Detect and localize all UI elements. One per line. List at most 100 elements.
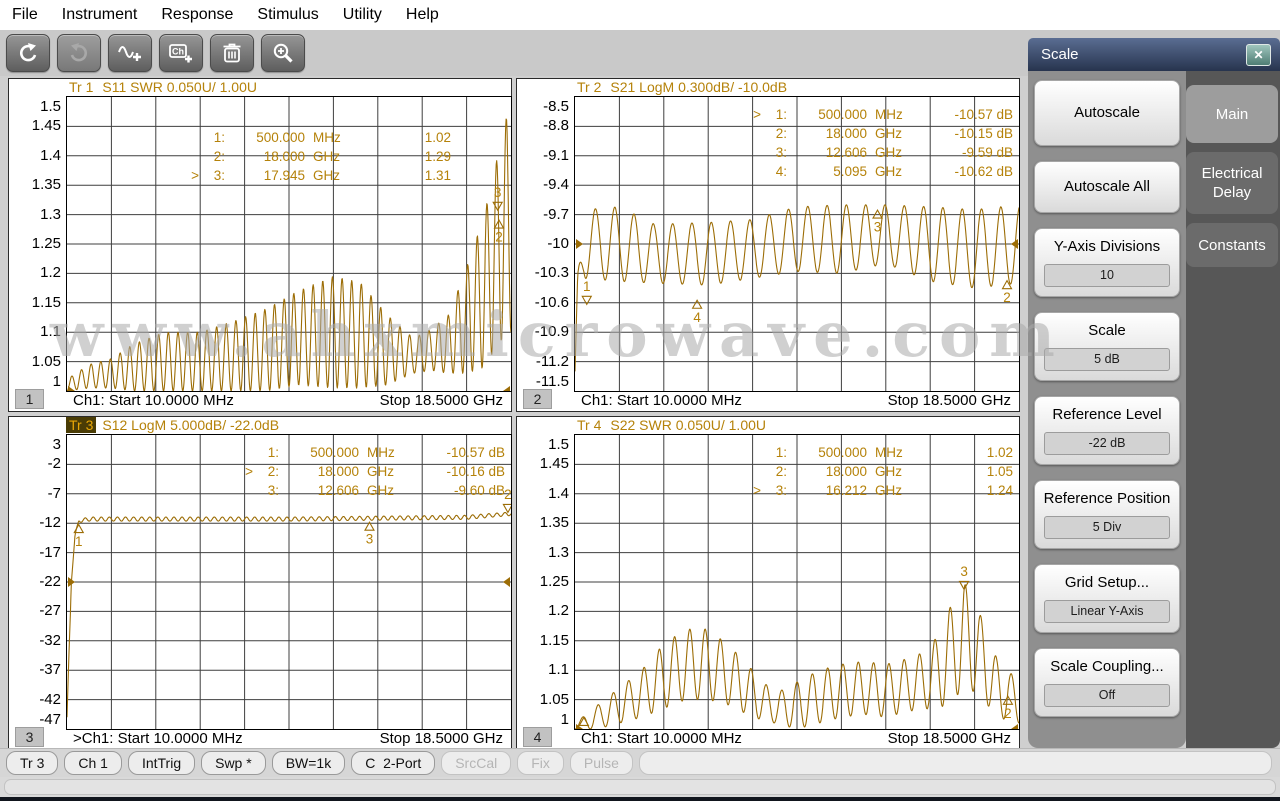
marker-row: 4:5.095GHz-10.62 dB — [747, 162, 1013, 181]
scale-coupling-value[interactable]: Off — [1044, 684, 1170, 707]
grid-setup-value[interactable]: Linear Y-Axis — [1044, 600, 1170, 623]
reference-level-value[interactable]: -22 dB — [1044, 432, 1170, 455]
scale-button[interactable]: Scale 5 dB — [1034, 312, 1180, 381]
marker-row: >3:17.945GHz1.31 — [185, 166, 451, 185]
y-tick-3: -47 — [11, 711, 61, 728]
marker-label-1-2: 2 — [495, 230, 503, 245]
y-tick-2: -11.5 — [519, 373, 569, 390]
menu-stimulus[interactable]: Stimulus — [245, 2, 330, 28]
status-cal-button[interactable]: C 2-Port — [351, 751, 435, 775]
plot-footer-2: 2Ch1: Start 10.0000 MHzStop 18.5000 GHz — [517, 390, 1019, 411]
trace-label-4[interactable]: Tr 4 — [574, 417, 604, 433]
y-tick-3: 3 — [11, 436, 61, 453]
zoom-button[interactable] — [261, 34, 305, 72]
ref-arrow-right-2 — [1011, 239, 1018, 249]
close-icon: ✕ — [1253, 48, 1263, 62]
y-tick-2: -9.4 — [519, 176, 569, 193]
y-tick-2: -10.6 — [519, 294, 569, 311]
scale-coupling-button[interactable]: Scale Coupling... Off — [1034, 648, 1180, 717]
status-trigger-button[interactable]: IntTrig — [128, 751, 195, 775]
marker-label-1-3: 3 — [494, 185, 502, 200]
scale-panel-controls: Autoscale Autoscale All Y-Axis Divisions… — [1028, 71, 1186, 748]
status-empty-button — [639, 751, 1272, 775]
x-start-label-3: >Ch1: Start 10.0000 MHz — [73, 730, 243, 747]
tab-electrical-delay[interactable]: Electrical Delay — [1186, 152, 1278, 214]
y-axis-divisions-value[interactable]: 10 — [1044, 264, 1170, 287]
redo-button[interactable] — [57, 34, 101, 72]
tab-main[interactable]: Main — [1186, 85, 1278, 143]
y-tick-4: 1.35 — [519, 514, 569, 531]
status-trace-button[interactable]: Tr 3 — [6, 751, 58, 775]
menu-instrument[interactable]: Instrument — [50, 2, 150, 28]
window-bottom-edge — [0, 797, 1280, 801]
add-channel-icon: Ch — [168, 41, 194, 65]
marker-label-2-3: 3 — [874, 220, 882, 235]
reference-position-value[interactable]: 5 Div — [1044, 516, 1170, 539]
menu-response[interactable]: Response — [149, 2, 245, 28]
y-tick-1: 1.3 — [11, 206, 61, 223]
y-tick-3: -37 — [11, 661, 61, 678]
x-stop-label-3: Stop 18.5000 GHz — [380, 730, 503, 747]
lower-status-strip — [0, 777, 1280, 797]
trace-label-3[interactable]: Tr 3 — [66, 417, 96, 433]
y-tick-1: 1 — [11, 373, 61, 390]
status-fix-button[interactable]: Fix — [517, 751, 564, 775]
delete-button[interactable] — [210, 34, 254, 72]
y-tick-3: -22 — [11, 573, 61, 590]
marker-symbol-2-2[interactable] — [1003, 281, 1012, 289]
scale-panel-titlebar: Scale ✕ — [1028, 38, 1280, 71]
plot-tile-1: Tr 1S11 SWR 0.050U/ 1.00U321.51.451.41.3… — [8, 78, 512, 412]
y-tick-3: -12 — [11, 514, 61, 531]
ref-arrow-right-3 — [503, 577, 510, 587]
scale-panel: Scale ✕ Autoscale Autoscale All Y-Axis D… — [1028, 38, 1280, 748]
y-tick-1: 1.1 — [11, 323, 61, 340]
menu-help[interactable]: Help — [394, 2, 451, 28]
trace-label-2[interactable]: Tr 2 — [574, 79, 604, 95]
menu-utility[interactable]: Utility — [331, 2, 394, 28]
add-trace-button[interactable] — [108, 34, 152, 72]
undo-button[interactable] — [6, 34, 50, 72]
zoom-icon — [271, 41, 295, 65]
status-channel-button[interactable]: Ch 1 — [64, 751, 122, 775]
add-channel-button[interactable]: Ch — [159, 34, 203, 72]
marker-symbol-4-2[interactable] — [1003, 696, 1012, 704]
marker-label-2-1: 1 — [583, 279, 591, 294]
trace-label-1[interactable]: Tr 1 — [66, 79, 96, 95]
scale-value[interactable]: 5 dB — [1044, 348, 1170, 371]
marker-row: 3:12.606GHz-9.59 dB — [747, 143, 1013, 162]
close-button[interactable]: ✕ — [1246, 44, 1271, 66]
marker-row: 2:18.000GHz1.29 — [185, 147, 451, 166]
reference-level-button[interactable]: Reference Level -22 dB — [1034, 396, 1180, 465]
menu-file[interactable]: File — [0, 2, 50, 28]
autoscale-button[interactable]: Autoscale — [1034, 80, 1180, 146]
marker-symbol-2-4[interactable] — [693, 300, 702, 308]
marker-label-3-2: 2 — [504, 487, 511, 502]
marker-label-4-2: 2 — [1004, 706, 1012, 721]
plot-header-4: Tr 4S22 SWR 0.050U/ 1.00U — [574, 417, 1017, 434]
status-bandwidth-button[interactable]: BW=1k — [272, 751, 346, 775]
y-axis-divisions-button[interactable]: Y-Axis Divisions 10 — [1034, 228, 1180, 297]
y-tick-2: -9.1 — [519, 147, 569, 164]
status-srccal-button[interactable]: SrcCal — [441, 751, 511, 775]
y-tick-3: -17 — [11, 544, 61, 561]
marker-symbol-3-2[interactable] — [503, 504, 511, 512]
status-bar: Tr 3 Ch 1 IntTrig Swp * BW=1k C 2-Port S… — [0, 748, 1280, 777]
reference-position-button[interactable]: Reference Position 5 Div — [1034, 480, 1180, 549]
y-tick-4: 1 — [519, 711, 569, 728]
y-tick-4: 1.5 — [519, 436, 569, 453]
plot-tile-4: Tr 4S22 SWR 0.050U/ 1.00U3211.51.451.41.… — [516, 416, 1020, 750]
autoscale-all-button[interactable]: Autoscale All — [1034, 161, 1180, 213]
marker-table-3: 1:500.000MHz-10.57 dB>2:18.000GHz-10.16 … — [239, 443, 505, 500]
plot-header-2: Tr 2S21 LogM 0.300dB/ -10.0dB — [574, 79, 1017, 96]
x-start-label-2: Ch1: Start 10.0000 MHz — [581, 392, 742, 409]
tab-constants[interactable]: Constants — [1186, 223, 1278, 267]
y-tick-1: 1.4 — [11, 147, 61, 164]
y-tick-4: 1.15 — [519, 632, 569, 649]
marker-table-1: 1:500.000MHz1.022:18.000GHz1.29>3:17.945… — [185, 128, 451, 185]
status-pulse-button[interactable]: Pulse — [570, 751, 633, 775]
x-stop-label-2: Stop 18.5000 GHz — [888, 392, 1011, 409]
plot-header-1: Tr 1S11 SWR 0.050U/ 1.00U — [66, 79, 509, 96]
status-sweep-button[interactable]: Swp * — [201, 751, 266, 775]
grid-setup-button[interactable]: Grid Setup... Linear Y-Axis — [1034, 564, 1180, 633]
delete-icon — [220, 41, 244, 65]
